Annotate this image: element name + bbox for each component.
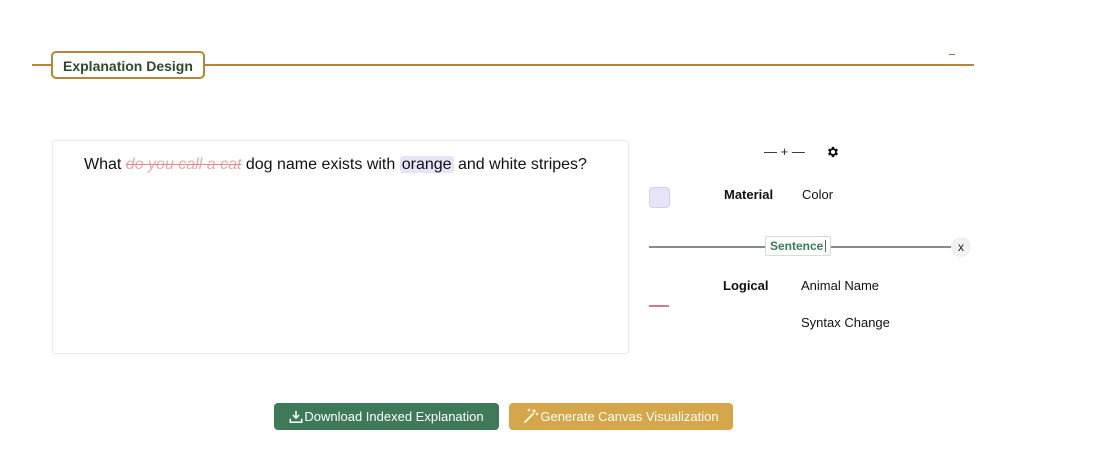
sentence-after: and white stripes? xyxy=(453,156,587,173)
logical-color-mark[interactable] xyxy=(649,305,669,307)
sentence-middle: dog name exists with xyxy=(241,156,400,173)
sentence-before: What xyxy=(84,156,126,173)
logical-value-animal-name: Animal Name xyxy=(801,278,880,293)
struck-phrase[interactable]: do you call a cat xyxy=(126,156,242,173)
highlighted-word[interactable]: orange xyxy=(399,156,454,173)
zoom-controls: — + — xyxy=(764,144,805,159)
download-indexed-explanation-button[interactable]: Download Indexed Explanation xyxy=(274,403,499,430)
text-caret xyxy=(825,240,827,252)
material-color-swatch[interactable] xyxy=(649,187,670,208)
generate-canvas-visualization-button[interactable]: Generate Canvas Visualization xyxy=(509,403,733,430)
logical-value-syntax-change: Syntax Change xyxy=(801,315,890,330)
zoom-reset-button[interactable]: — xyxy=(792,144,805,159)
gear-icon[interactable] xyxy=(826,145,840,159)
zoom-in-button[interactable]: + xyxy=(781,144,789,159)
sentence-label[interactable]: Sentence xyxy=(765,236,832,256)
sentence-card: What do you call a cat dog name exists w… xyxy=(52,140,629,354)
generate-button-label: Generate Canvas Visualization xyxy=(540,409,719,424)
section-title: Explanation Design xyxy=(51,51,205,79)
material-value: Color xyxy=(802,187,834,202)
zoom-out-button[interactable]: — xyxy=(764,144,777,159)
sentence-label-text: Sentence xyxy=(770,239,824,253)
collapse-button[interactable]: − xyxy=(946,48,958,62)
close-sentence-button[interactable]: x xyxy=(951,237,971,257)
download-button-label: Download Indexed Explanation xyxy=(304,409,484,424)
explanation-design-page: Explanation Design − What do you call a … xyxy=(0,0,1114,458)
download-icon xyxy=(289,410,303,424)
sentence-text: What do you call a cat dog name exists w… xyxy=(84,155,587,175)
logical-label: Logical xyxy=(723,278,769,293)
material-label: Material xyxy=(724,187,774,202)
magic-wand-icon xyxy=(524,408,539,423)
